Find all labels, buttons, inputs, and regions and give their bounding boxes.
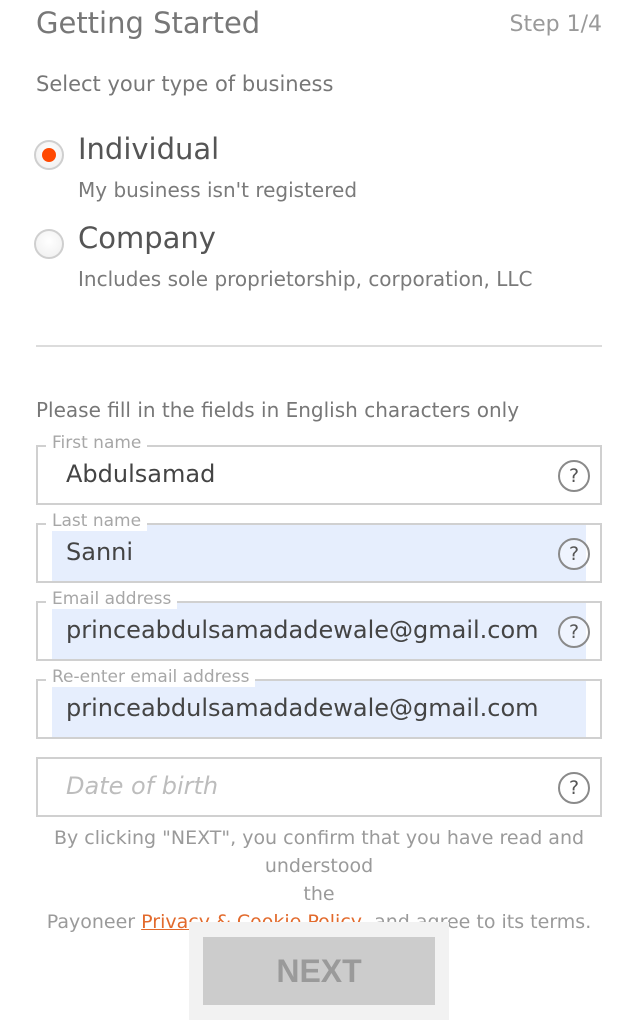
company-label: Company bbox=[78, 221, 216, 255]
terms-line-1: By clicking "NEXT", you confirm that you… bbox=[53, 827, 585, 877]
first-name-help-icon[interactable]: ? bbox=[558, 460, 590, 492]
business-type-prompt: Select your type of business bbox=[36, 72, 334, 96]
individual-description: My business isn't registered bbox=[78, 178, 358, 202]
last-name-label: Last name bbox=[46, 511, 148, 531]
email-help-icon[interactable]: ? bbox=[558, 616, 590, 648]
next-button-container: NEXT bbox=[189, 922, 449, 1020]
business-type-company-option[interactable]: Company Includes sole proprietorship, co… bbox=[34, 221, 614, 307]
section-divider bbox=[36, 345, 602, 347]
confirm-email-label: Re-enter email address bbox=[46, 667, 256, 687]
terms-prefix: Payoneer bbox=[46, 911, 142, 933]
individual-label: Individual bbox=[78, 132, 220, 166]
date-of-birth-help-icon[interactable]: ? bbox=[558, 772, 590, 804]
first-name-value[interactable]: Abdulsamad bbox=[66, 460, 215, 488]
last-name-help-icon[interactable]: ? bbox=[558, 538, 590, 570]
business-type-individual-option[interactable]: Individual My business isn't registered bbox=[34, 132, 614, 218]
company-radio[interactable] bbox=[34, 229, 64, 259]
email-label: Email address bbox=[46, 589, 178, 609]
confirm-email-field[interactable]: Re-enter email address princeabdulsamada… bbox=[36, 667, 602, 739]
page-title: Getting Started bbox=[36, 6, 261, 40]
company-description: Includes sole proprietorship, corporatio… bbox=[78, 267, 533, 291]
individual-radio[interactable] bbox=[34, 140, 64, 170]
first-name-label: First name bbox=[46, 433, 148, 453]
email-field[interactable]: Email address princeabdulsamadadewale@gm… bbox=[36, 589, 602, 661]
terms-line-2: the bbox=[303, 883, 335, 905]
email-value[interactable]: princeabdulsamadadewale@gmail.com bbox=[66, 616, 539, 644]
next-button[interactable]: NEXT bbox=[203, 937, 435, 1005]
english-characters-hint: Please fill in the fields in English cha… bbox=[36, 398, 520, 422]
terms-notice: By clicking "NEXT", you confirm that you… bbox=[0, 824, 638, 936]
date-of-birth-placeholder[interactable]: Date of birth bbox=[66, 772, 218, 800]
date-of-birth-field[interactable]: Date of birth ? bbox=[36, 757, 602, 817]
confirm-email-value[interactable]: princeabdulsamadadewale@gmail.com bbox=[66, 694, 539, 722]
first-name-field[interactable]: First name Abdulsamad ? bbox=[36, 433, 602, 505]
step-indicator: Step 1/4 bbox=[509, 12, 603, 37]
last-name-value[interactable]: Sanni bbox=[66, 538, 133, 566]
last-name-field[interactable]: Last name Sanni ? bbox=[36, 511, 602, 583]
